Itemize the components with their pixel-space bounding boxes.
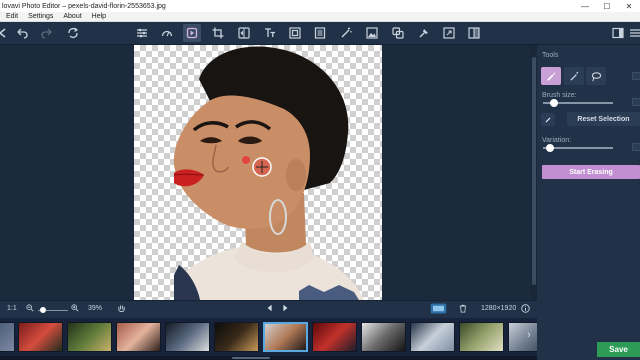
filmstrip-thumbnail[interactable] — [116, 322, 161, 352]
reset-selection-button[interactable]: Reset Selection — [567, 112, 640, 126]
redo-icon[interactable] — [38, 24, 56, 42]
back-icon[interactable] — [0, 24, 12, 42]
clone-icon[interactable] — [389, 24, 407, 42]
resize-icon[interactable] — [440, 24, 458, 42]
minimize-button[interactable]: — — [574, 0, 596, 12]
text-icon[interactable] — [261, 24, 279, 42]
brush-size-slider[interactable] — [543, 99, 613, 107]
magic-icon[interactable] — [337, 24, 355, 42]
main-toolbar — [0, 22, 640, 45]
tools-label: Tools — [542, 52, 559, 59]
zoom-in-icon[interactable] — [71, 304, 79, 314]
filmstrip-thumbnail[interactable] — [165, 322, 210, 352]
scrollbar-thumb[interactable] — [532, 57, 536, 285]
insert-icon[interactable] — [311, 24, 329, 42]
panel-footer: Save — [537, 315, 640, 360]
photo-editor-window: lovavi Photo Editor – pexels-david-flori… — [0, 0, 640, 360]
filmstrip-scrollbar[interactable] — [0, 356, 537, 360]
panel-overflow-tool[interactable] — [632, 72, 640, 80]
object-removal-icon[interactable] — [183, 24, 201, 42]
filmstrip-thumbnail[interactable] — [508, 322, 537, 352]
menu-bar: Edit Settings About Help — [0, 12, 640, 22]
filters-icon[interactable] — [158, 24, 176, 42]
close-button[interactable]: ✕ — [618, 0, 640, 12]
image-canvas[interactable] — [134, 45, 382, 300]
magic-wand-icon — [569, 71, 578, 81]
actual-size-button[interactable]: 1:1 — [7, 305, 17, 312]
pin-icon[interactable] — [415, 24, 433, 42]
eraser-mode-button[interactable] — [541, 113, 555, 126]
delete-icon[interactable] — [459, 304, 467, 315]
next-image-icon[interactable] — [281, 304, 289, 314]
menu-help[interactable]: Help — [92, 13, 106, 20]
menu-edit[interactable]: Edit — [6, 13, 18, 20]
eraser-icon — [545, 117, 551, 122]
filmstrip-thumbnail[interactable] — [312, 322, 357, 352]
panel-toggle-icon[interactable] — [609, 24, 627, 42]
filmstrip-toggle-icon[interactable] — [430, 303, 447, 316]
object-removal-panel: Tools Brush size: Reset Selection Variat… — [537, 45, 640, 315]
reset-icon[interactable] — [64, 24, 82, 42]
hand-tool-icon[interactable] — [117, 304, 126, 315]
variation-knob[interactable] — [546, 144, 555, 152]
lasso-tool-button[interactable] — [586, 67, 606, 85]
filmstrip-thumbnail[interactable] — [459, 322, 504, 352]
undo-icon[interactable] — [13, 24, 31, 42]
crop-icon[interactable] — [209, 24, 227, 42]
window-title: lovavi Photo Editor – pexels-david-flori… — [2, 2, 166, 10]
brush-size-value-box[interactable] — [632, 98, 640, 106]
variation-value-box[interactable] — [632, 143, 640, 151]
workspace — [0, 45, 531, 300]
image-dimensions: 1280×1920 — [481, 305, 517, 312]
frames-icon[interactable] — [286, 24, 304, 42]
filmstrip-thumbnail[interactable] — [18, 322, 63, 352]
filmstrip-thumbnail[interactable] — [0, 322, 15, 352]
brush-size-knob[interactable] — [550, 99, 559, 107]
brush-size-label: Brush size: — [542, 92, 577, 99]
maximize-button[interactable]: ☐ — [596, 0, 618, 12]
previous-image-icon[interactable] — [266, 304, 274, 314]
menu-about[interactable]: About — [63, 13, 81, 20]
save-button[interactable]: Save — [597, 342, 640, 357]
filmstrip-thumbnail[interactable] — [361, 322, 406, 352]
flip-icon[interactable] — [235, 24, 253, 42]
filmstrip-scrollbar-thumb[interactable] — [232, 357, 270, 359]
adjust-icon[interactable] — [133, 24, 151, 42]
info-icon[interactable] — [521, 304, 530, 315]
status-bar: 1:1 39% 1280×1920 — [0, 300, 537, 318]
filmstrip-thumbnail[interactable] — [410, 322, 455, 352]
variation-slider[interactable] — [543, 144, 613, 152]
window-controls: — ☐ ✕ — [574, 0, 640, 12]
brush-icon — [546, 72, 555, 81]
background-icon[interactable] — [363, 24, 381, 42]
compare-icon[interactable] — [465, 24, 483, 42]
zoom-out-icon[interactable] — [26, 304, 34, 314]
menu-settings[interactable]: Settings — [28, 13, 53, 20]
filmstrip-thumbnail[interactable] — [214, 322, 259, 352]
title-bar: lovavi Photo Editor – pexels-david-flori… — [0, 0, 640, 12]
zoom-slider-knob[interactable] — [40, 307, 47, 313]
filmstrip: › — [0, 318, 537, 360]
lasso-icon — [591, 71, 601, 81]
variation-label: Variation: — [542, 137, 572, 144]
magic-wand-tool-button[interactable] — [564, 67, 584, 85]
filmstrip-thumbnail[interactable] — [67, 322, 112, 352]
filmstrip-thumbnail-selected[interactable] — [263, 322, 308, 352]
start-erasing-button[interactable]: Start Erasing — [542, 165, 640, 179]
portrait-photo — [173, 46, 364, 300]
brush-tool-button[interactable] — [541, 67, 561, 85]
filmstrip-next-icon[interactable]: › — [527, 329, 531, 341]
zoom-percent: 39% — [88, 305, 103, 312]
menu-icon[interactable] — [626, 24, 640, 42]
